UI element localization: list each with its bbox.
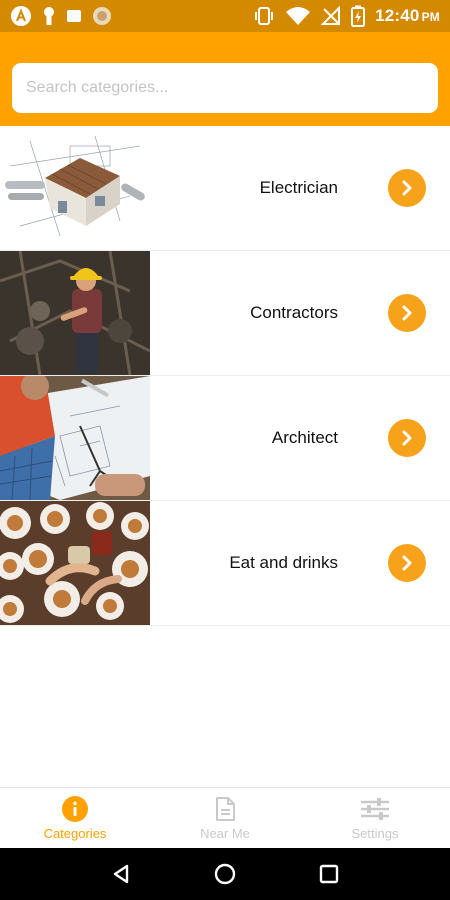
info-circle-icon <box>62 796 88 822</box>
nav-item-categories[interactable]: Categories <box>0 788 150 848</box>
search-input[interactable] <box>26 79 424 97</box>
category-label: Electrician <box>259 178 338 197</box>
nav-label: Settings <box>351 826 399 841</box>
category-list: Electrician Contractors Architect Eat an… <box>0 126 450 626</box>
circle-icon <box>92 6 112 26</box>
chevron-right-icon <box>402 555 412 571</box>
no-signal-icon <box>321 6 341 26</box>
back-icon[interactable] <box>110 863 132 885</box>
battery-charging-icon <box>351 5 366 27</box>
open-category-button[interactable] <box>388 169 426 207</box>
open-category-button[interactable] <box>388 544 426 582</box>
search-box[interactable] <box>12 63 438 113</box>
category-label: Architect <box>271 428 338 447</box>
nav-item-near-me[interactable]: Near Me <box>150 788 300 848</box>
document-icon <box>216 797 235 821</box>
sliders-icon <box>361 798 389 820</box>
nav-item-settings[interactable]: Settings <box>300 788 450 848</box>
wifi-icon <box>285 6 311 26</box>
status-bar: 12:40 PM <box>0 0 450 32</box>
chevron-right-icon <box>402 305 412 321</box>
chevron-right-icon <box>402 180 412 196</box>
category-row-electrician[interactable]: Electrician <box>0 126 450 251</box>
open-category-button[interactable] <box>388 294 426 332</box>
keyhole-icon <box>42 6 56 26</box>
square-icon <box>66 8 82 24</box>
system-nav-bar <box>0 848 450 900</box>
house-blueprint-image <box>0 126 150 250</box>
recents-icon[interactable] <box>318 863 340 885</box>
category-row-contractors[interactable]: Contractors <box>0 251 450 376</box>
nav-label: Near Me <box>200 826 250 841</box>
header <box>0 32 450 126</box>
food-table-image <box>0 501 150 625</box>
category-row-eat-and-drinks[interactable]: Eat and drinks <box>0 501 450 626</box>
vibrate-icon <box>253 6 275 26</box>
home-icon[interactable] <box>213 862 237 886</box>
open-category-button[interactable] <box>388 419 426 457</box>
chevron-right-icon <box>402 430 412 446</box>
construction-worker-image <box>0 251 150 375</box>
status-right: 12:40 PM <box>253 5 440 27</box>
category-row-architect[interactable]: Architect <box>0 376 450 501</box>
bottom-nav: Categories Near Me Settings <box>0 787 450 848</box>
category-label: Eat and drinks <box>229 553 338 572</box>
status-left <box>10 5 112 27</box>
category-label: Contractors <box>250 303 338 322</box>
nav-label: Categories <box>43 826 107 841</box>
app-icon <box>10 5 32 27</box>
status-time: 12:40 PM <box>375 6 440 25</box>
architect-drawing-image <box>0 376 150 500</box>
